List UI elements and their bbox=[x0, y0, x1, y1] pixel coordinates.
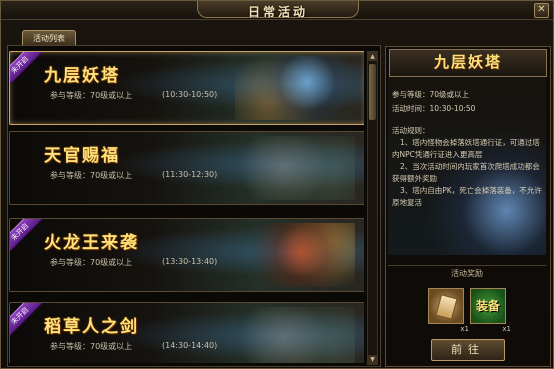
rule-item: 2、当次活动时间内玩家首次爬塔成功都会获得额外奖励 bbox=[392, 162, 540, 183]
title-plate: 日常活动 bbox=[197, 1, 359, 19]
detail-level: 参与等级：70级或以上 bbox=[392, 90, 470, 99]
status-badge: 未开启 bbox=[10, 303, 44, 340]
event-time: (14:30-14:40) bbox=[162, 341, 218, 350]
go-button[interactable]: 前往 bbox=[431, 339, 505, 361]
scroll-icon bbox=[435, 294, 458, 320]
list-scrollbar[interactable]: ▲ ▼ bbox=[367, 51, 378, 365]
event-level: 参与等级：70级或以上 bbox=[50, 258, 133, 267]
detail-title: 九层妖塔 bbox=[433, 53, 502, 71]
title-bar: 日常活动 ✕ bbox=[1, 1, 553, 20]
rule-item: 3、塔内自由PK，死亡会掉落装备，不允许原地复活 bbox=[392, 186, 542, 207]
status-badge: 未开启 bbox=[10, 52, 44, 89]
window-title: 日常活动 bbox=[247, 5, 308, 19]
event-card-fire-dragon[interactable]: 未开启 火龙王来袭 参与等级：70级或以上 (13:30-13:40) bbox=[9, 218, 364, 292]
event-name: 火龙王来袭 bbox=[44, 233, 139, 253]
event-time: (13:30-13:40) bbox=[162, 257, 218, 266]
reward-slot-equipment[interactable]: 装备 x1 bbox=[470, 288, 511, 333]
activity-list: 未开启 九层妖塔 参与等级：70级或以上 (10:30-10:50) 天官赐福 … bbox=[9, 51, 364, 363]
reward-slot-scroll[interactable]: x1 bbox=[428, 288, 469, 333]
event-card-tower[interactable]: 未开启 九层妖塔 参与等级：70级或以上 (10:30-10:50) bbox=[9, 51, 364, 125]
scroll-down-icon[interactable]: ▼ bbox=[368, 355, 377, 364]
event-card-scarecrow[interactable]: 未开启 稻草人之剑 参与等级：70级或以上 (14:30-14:40) bbox=[9, 302, 364, 363]
reward-count: x1 bbox=[502, 325, 511, 333]
scroll-thumb[interactable] bbox=[369, 64, 376, 120]
event-art bbox=[235, 223, 355, 287]
event-time: (11:30-12:30) bbox=[162, 170, 218, 179]
rule-item: 1、塔内怪物会掉落妖塔通行证，可通过塔内NPC凭通行证进入更高层 bbox=[392, 138, 540, 159]
event-art bbox=[235, 56, 355, 120]
rules-title: 活动规则： bbox=[392, 126, 430, 135]
event-level: 参与等级：70级或以上 bbox=[50, 171, 133, 180]
equipment-icon: 装备 bbox=[475, 299, 500, 313]
event-name: 天官赐福 bbox=[44, 146, 120, 166]
detail-header: 九层妖塔 bbox=[389, 49, 547, 77]
event-art bbox=[235, 307, 355, 363]
event-card-blessing[interactable]: 天官赐福 参与等级：70级或以上 (11:30-12:30) bbox=[9, 131, 364, 205]
event-time: (10:30-10:50) bbox=[162, 90, 218, 99]
event-level: 参与等级：70级或以上 bbox=[50, 91, 133, 100]
tab-activity-list[interactable]: 活动列表 bbox=[22, 30, 76, 46]
rules-text: 1、塔内怪物会掉落妖塔通行证，可通过塔内NPC凭通行证进入更高层 2、当次活动时… bbox=[392, 137, 544, 209]
detail-time: 活动时间：10:30-10:50 bbox=[392, 104, 476, 113]
close-icon[interactable]: ✕ bbox=[534, 3, 549, 18]
event-name: 稻草人之剑 bbox=[44, 317, 139, 337]
event-level: 参与等级：70级或以上 bbox=[50, 342, 133, 351]
scroll-up-icon[interactable]: ▲ bbox=[368, 52, 377, 61]
rewards-label: 活动奖励 bbox=[445, 269, 489, 278]
event-name: 九层妖塔 bbox=[44, 66, 120, 86]
daily-activity-window: 日常活动 ✕ 活动列表 未开启 九层妖塔 参与等级：70级或以上 (10:30-… bbox=[0, 0, 554, 369]
reward-count: x1 bbox=[460, 325, 469, 333]
status-badge: 未开启 bbox=[10, 219, 44, 256]
event-art bbox=[235, 136, 355, 200]
rewards-section: 活动奖励 bbox=[388, 265, 546, 278]
